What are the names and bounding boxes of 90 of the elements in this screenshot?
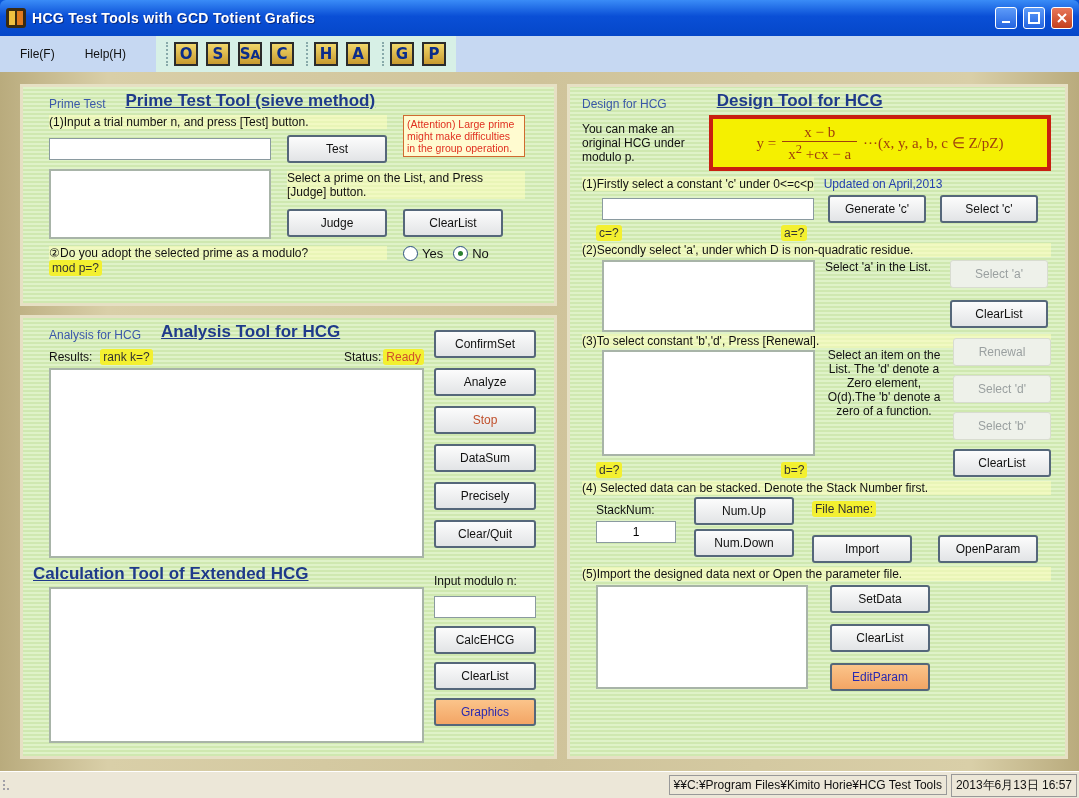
section-title: Design Tool for HCG [716, 91, 883, 111]
close-button[interactable] [1051, 7, 1073, 29]
menu-item[interactable]: Help(H) [84, 47, 126, 61]
status-label: Status: [343, 350, 382, 364]
step-text: (1)Firstly select a constant 'c' under 0<=c<p [582, 177, 814, 191]
open-param-button[interactable]: OpenParam [938, 535, 1038, 563]
question-text: ②Do you adopt the selected prime as a modulo? [49, 246, 387, 260]
minimize-button[interactable] [995, 7, 1017, 29]
action-button[interactable]: Generate 'c' [828, 195, 926, 223]
app-logo-icon [6, 8, 26, 28]
action-button[interactable]: Graphics [434, 698, 536, 726]
toolbar-button[interactable]: P [422, 42, 446, 66]
attention-note: (Attention) Large prime might make difficulties in the group operation. [403, 115, 525, 157]
judge-button[interactable]: Judge [287, 209, 387, 237]
stack-number-field[interactable]: 1 [596, 521, 676, 543]
action-button[interactable]: ClearList [434, 662, 536, 690]
window-title: HCG Test Tools with GCD Totient Grafics [32, 10, 317, 26]
formula-lhs: y = [756, 134, 777, 152]
action-button[interactable]: Select 'c' [940, 195, 1038, 223]
toolbar-button[interactable]: O [174, 42, 198, 66]
num-down-button[interactable]: Num.Down [694, 529, 794, 557]
results-label: Results: [49, 350, 93, 364]
d-value: d=? [596, 462, 623, 478]
resize-grip-icon [2, 779, 10, 791]
section-title: Analysis Tool for HCG [161, 322, 341, 342]
update-note: Updated on April,2013 [823, 177, 943, 191]
modulus-value: mod p=? [49, 260, 103, 276]
bd-list-box[interactable] [602, 350, 815, 456]
toolbar-button[interactable]: H [314, 42, 338, 66]
num-up-button[interactable]: Num.Up [694, 497, 794, 525]
action-button[interactable]: EditParam [830, 663, 930, 691]
stop-button[interactable]: Stop [434, 406, 536, 434]
results-list-box[interactable] [49, 368, 424, 558]
prime-list-box[interactable] [49, 169, 271, 239]
action-button[interactable]: ClearList [830, 624, 930, 652]
clear-list-button[interactable]: ClearList [403, 209, 503, 237]
radio-option[interactable]: No [453, 246, 489, 261]
step-text: (4) Selected data can be stacked. Denote the Stack Number first. [582, 481, 1051, 495]
c-value: c=? [596, 225, 622, 241]
maximize-button[interactable] [1023, 7, 1045, 29]
constant-input-field[interactable] [602, 198, 814, 220]
instruction-text: (1)Input a trial number n, and press [Test] button. [49, 115, 387, 129]
stack-label: StackNum: [596, 503, 656, 517]
formula-condition: ···(x, y, a, b, c ∈ Z/pZ) [863, 134, 1004, 152]
toolbar-button[interactable]: S [206, 42, 230, 66]
a-value: a=? [781, 225, 808, 241]
action-button[interactable]: ConfirmSet [434, 330, 536, 358]
section-title: Calculation Tool of Extended HCG [33, 564, 310, 584]
section-label: Analysis for HCG [49, 328, 142, 342]
test-button[interactable]: Test [287, 135, 387, 163]
step-text: (5)Import the designed data next or Open the parameter file. [582, 567, 1051, 581]
formula-numerator: x − b [803, 123, 837, 141]
action-button[interactable]: Analyze [434, 368, 536, 396]
minimize-icon [1002, 21, 1010, 23]
list-hint-text: Select a prime on the List, and Press [Judge] button. [287, 171, 525, 199]
calculation-list-box[interactable] [49, 587, 424, 743]
section-title: Prime Test Tool (sieve method) [125, 91, 376, 111]
toolbar-button[interactable]: C [270, 42, 294, 66]
select-item-hint: Select an item on the List. The 'd' denote a Zero element, O(d).The 'b' denote a zero of a function. [826, 348, 942, 418]
maximize-icon [1028, 12, 1040, 24]
modulo-label: Input modulo n: [434, 574, 518, 588]
action-button[interactable]: CalcEHCG [434, 626, 536, 654]
file-name-label: File Name: [812, 501, 876, 517]
rank-value: rank k=? [100, 349, 153, 365]
import-button[interactable]: Import [812, 535, 912, 563]
action-button[interactable]: Precisely [434, 482, 536, 510]
action-button[interactable]: ClearList [953, 449, 1051, 477]
a-list-box[interactable] [602, 260, 815, 332]
intro-text: You can make an original HCG under modulo p. [582, 122, 686, 164]
number-input-field[interactable] [49, 138, 271, 160]
section-label: Design for HCG [582, 97, 667, 111]
action-button[interactable]: ClearList [950, 300, 1048, 328]
close-icon [1056, 12, 1068, 24]
import-list-box[interactable] [596, 585, 808, 689]
modulo-input-field[interactable] [434, 596, 536, 618]
step-text: (2)Secondly select 'a', under which D is non-quadratic residue. [582, 243, 1051, 257]
section-label: Prime Test [49, 97, 106, 111]
status-value: Ready [383, 349, 424, 365]
status-path: ¥¥C:¥Program Files¥Kimito Horie¥HCG Test Tools [668, 775, 947, 795]
radio-option[interactable]: Yes [403, 246, 444, 261]
action-button[interactable]: Clear/Quit [434, 520, 536, 548]
formula-denominator: x$^{2}$ +cx − a [787, 141, 853, 163]
toolbar-button[interactable]: A [346, 42, 370, 66]
toolbar-button[interactable]: G [390, 42, 414, 66]
select-a-hint: Select 'a' in the List. [825, 260, 932, 274]
b-value: b=? [781, 462, 808, 478]
menu-item[interactable]: File(F) [20, 47, 55, 61]
action-button[interactable]: DataSum [434, 444, 536, 472]
action-button[interactable]: SetData [830, 585, 930, 613]
status-datetime: 2013年6月13日 16:57 [950, 773, 1077, 797]
